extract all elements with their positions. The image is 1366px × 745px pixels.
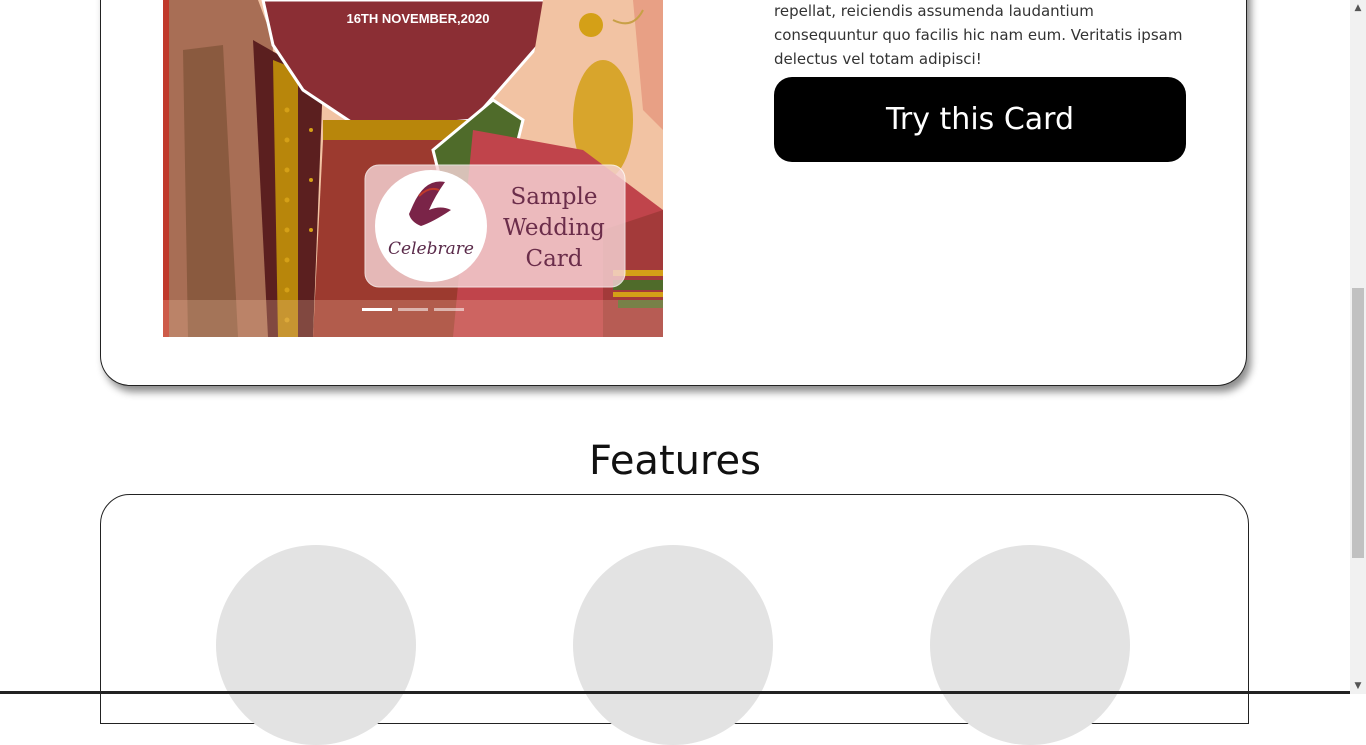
carousel-indicator-2[interactable] (398, 308, 428, 311)
feature-image-placeholder (930, 545, 1130, 745)
vertical-scrollbar[interactable]: ▲ ▼ (1350, 0, 1366, 694)
card-label-line2: Wedding (503, 215, 605, 241)
wedding-card-illustration: 16TH NOVEMBER,2020 Celebrare Sample Wedd… (163, 0, 663, 337)
celebrare-logo-text: Celebrare (388, 239, 474, 259)
features-heading: Features (589, 438, 761, 484)
card-label-line3: Card (525, 246, 582, 272)
carousel-indicator-1[interactable] (362, 308, 392, 311)
scrollbar-thumb[interactable] (1352, 288, 1364, 558)
feature-image-placeholder (573, 545, 773, 745)
card-date-text: 16TH NOVEMBER,2020 (346, 11, 489, 26)
feature-image-placeholder (216, 545, 416, 745)
card-description: repellat, reiciendis assumenda laudantiu… (774, 2, 1183, 68)
card-label-line1: Sample (511, 184, 598, 210)
scroll-up-icon[interactable]: ▲ (1350, 0, 1366, 16)
carousel-indicator-3[interactable] (434, 308, 464, 311)
card-carousel[interactable]: 16TH NOVEMBER,2020 Celebrare Sample Wedd… (163, 0, 663, 337)
scroll-down-icon[interactable]: ▼ (1350, 678, 1366, 694)
try-this-card-button[interactable]: Try this Card (774, 77, 1186, 162)
